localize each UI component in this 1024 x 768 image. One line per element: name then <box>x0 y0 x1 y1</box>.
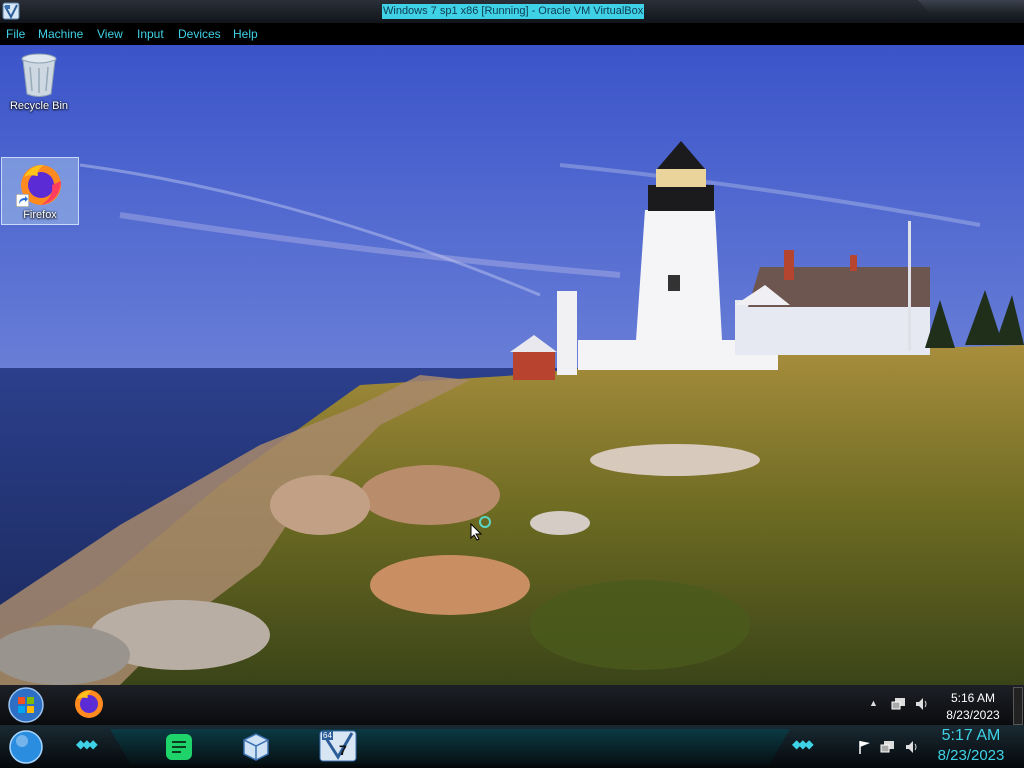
dock-decoration-left: ◆◆◆ <box>76 737 98 751</box>
host-clock-time[interactable]: 5:17 AM <box>926 727 1016 745</box>
windows7-vm-task[interactable]: 64 7 <box>318 729 358 763</box>
menu-input[interactable]: Input <box>137 27 164 42</box>
dock-decoration-right: ◆◆◆ <box>792 737 814 751</box>
busy-spinner-icon <box>479 516 491 528</box>
menu-view[interactable]: View <box>97 27 123 42</box>
host-clock-date[interactable]: 8/23/2023 <box>926 747 1016 764</box>
title-bar[interactable]: Windows 7 sp1 x86 [Running] - Oracle VM … <box>0 0 1024 24</box>
guest-desktop[interactable]: Recycle Bin Firefox <box>0 45 1024 685</box>
action-center-flag-icon[interactable] <box>857 739 873 755</box>
menu-help[interactable]: Help <box>233 27 258 42</box>
guest-taskbar: ▲ 5:16 AM 8/23/2023 <box>0 685 1024 725</box>
taskbar-dock <box>110 729 790 764</box>
virtualbox-icon[interactable] <box>2 2 20 20</box>
start-orb-icon[interactable] <box>8 729 44 765</box>
window-controls[interactable] <box>918 0 1024 14</box>
network-icon[interactable] <box>880 739 896 755</box>
guest-clock-time[interactable]: 5:16 AM <box>938 691 1008 705</box>
desktop-icon-label: Firefox <box>23 209 57 221</box>
host-taskbar: ◆◆◆ ◆◆◆ 64 7 5:17 AM 8/23/2023 <box>0 725 1024 768</box>
desktop-icon-label: Recycle Bin <box>9 100 69 112</box>
volume-icon[interactable] <box>904 739 920 755</box>
shortcut-arrow-icon <box>16 194 29 207</box>
vm-version-label: 7 <box>339 742 347 758</box>
lighthouse-wallpaper <box>0 45 1024 685</box>
desktop-icon-recycle-bin[interactable]: Recycle Bin <box>1 50 77 120</box>
menu-bar: File Machine View Input Devices Help <box>0 24 1024 45</box>
desktop-icon-firefox[interactable]: Firefox <box>1 157 79 225</box>
menu-file[interactable]: File <box>6 27 25 42</box>
vm-arch-badge: 64 <box>322 731 333 740</box>
notes-app-icon[interactable] <box>164 732 194 762</box>
window-title: Windows 7 sp1 x86 [Running] - Oracle VM … <box>382 4 645 19</box>
virtualbox-icon[interactable] <box>240 731 272 763</box>
network-icon[interactable] <box>891 696 907 712</box>
start-orb-icon[interactable] <box>6 686 46 724</box>
volume-icon[interactable] <box>914 696 930 712</box>
show-hidden-icons-icon[interactable]: ▲ <box>869 698 878 708</box>
menu-devices[interactable]: Devices <box>178 27 221 42</box>
show-desktop-button[interactable] <box>1013 687 1023 725</box>
guest-clock-date[interactable]: 8/23/2023 <box>938 708 1008 722</box>
firefox-icon[interactable] <box>73 688 105 720</box>
recycle-bin-icon <box>21 53 57 97</box>
menu-machine[interactable]: Machine <box>38 27 83 42</box>
